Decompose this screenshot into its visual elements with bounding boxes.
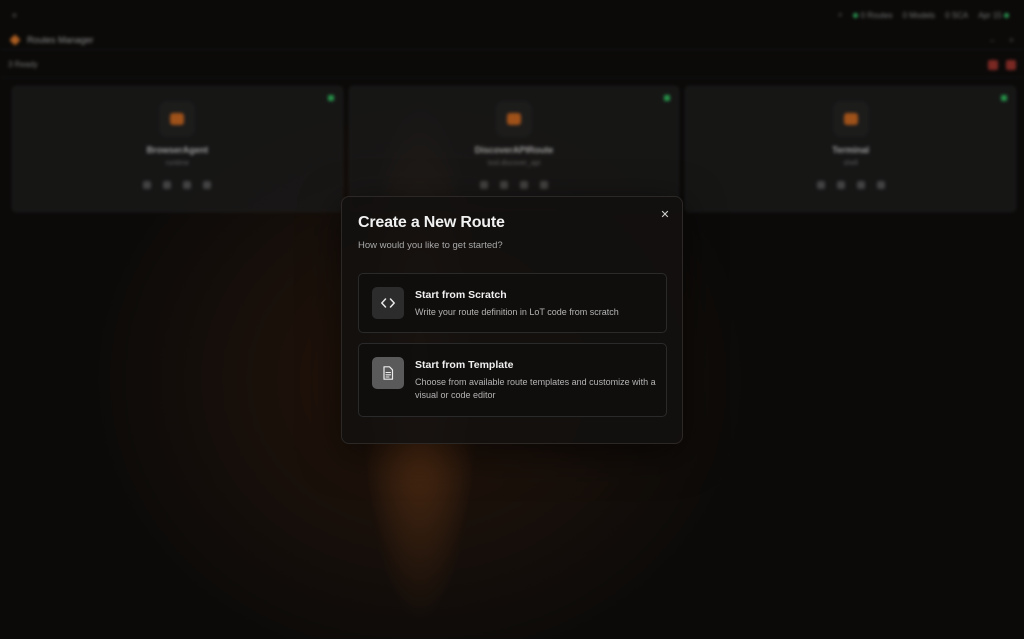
route-name: DiscoverAPIRoute (474, 145, 554, 155)
edit-icon[interactable] (163, 181, 172, 189)
minimize-icon[interactable]: – (990, 35, 995, 45)
route-cards: BrowserAgent runtime DiscoverAPIRoute to… (12, 86, 1017, 212)
status-indicator (664, 95, 671, 101)
start-from-scratch-option[interactable]: Start from Scratch Write your route defi… (358, 273, 667, 333)
option-text: Start from Scratch Write your route defi… (415, 287, 660, 319)
copy-icon[interactable] (183, 181, 192, 189)
option-description: Write your route definition in LoT code … (415, 307, 619, 317)
route-name: BrowserAgent (146, 145, 209, 155)
status-dot (1004, 12, 1009, 18)
close-icon[interactable]: ✕ (658, 207, 672, 221)
route-icon (496, 101, 532, 137)
routes-toolbar: 3 Ready (0, 52, 1024, 78)
status-dot (852, 12, 858, 18)
play-icon[interactable] (143, 181, 152, 189)
status-text: 0 Routes (860, 10, 893, 20)
date-text: Apr 15 (978, 10, 1002, 20)
route-subtitle: runtime (165, 160, 189, 167)
delete-icon[interactable] (876, 181, 885, 189)
status-item: Apr 15 (978, 11, 1012, 20)
window-controls: – × (990, 35, 1014, 45)
status-item: 0 Routes (852, 10, 893, 20)
delete-icon[interactable] (540, 181, 548, 189)
edit-icon[interactable] (500, 181, 508, 189)
card-actions (480, 181, 548, 189)
card-actions (816, 181, 885, 189)
app-logo-icon (9, 33, 21, 46)
play-icon[interactable] (816, 181, 825, 189)
option-title: Start from Template (415, 359, 514, 371)
option-title: Start from Scratch (415, 289, 507, 301)
route-card[interactable]: Terminal shell (685, 86, 1017, 212)
add-route-button[interactable] (1006, 59, 1016, 70)
status-item: 0 Models (902, 10, 936, 20)
close-window-icon[interactable]: × (1009, 35, 1014, 45)
status-indicator (327, 95, 334, 101)
toolbar-actions (988, 59, 1016, 70)
menu-icon[interactable]: ≡ (12, 11, 24, 20)
option-text: Start from Template Choose from availabl… (415, 357, 660, 402)
copy-icon[interactable] (520, 181, 528, 189)
document-icon (372, 357, 404, 389)
app-name: Routes Manager (27, 34, 94, 45)
route-icon (159, 101, 196, 137)
refresh-button[interactable] (988, 59, 998, 70)
route-subtitle: tool.discover_api (487, 160, 541, 167)
code-icon (372, 287, 404, 319)
option-description: Choose from available route templates an… (415, 377, 656, 400)
route-card[interactable]: DiscoverAPIRoute tool.discover_api (348, 86, 680, 212)
status-items: ⌕ 0 Routes 0 Models 0 SCA Apr 15 (838, 10, 1012, 20)
routes-count: 3 Ready (8, 60, 38, 69)
status-indicator (1001, 95, 1008, 101)
dialog-title: Create a New Route (358, 214, 505, 231)
dialog-subtitle: How would you like to get started? (358, 240, 503, 251)
create-route-dialog: ✕ Create a New Route How would you like … (341, 196, 683, 444)
copy-icon[interactable] (856, 181, 865, 189)
delete-icon[interactable] (203, 181, 212, 189)
play-icon[interactable] (480, 181, 488, 189)
route-name: Terminal (832, 145, 870, 155)
route-icon (832, 101, 869, 137)
search-icon[interactable]: ⌕ (838, 10, 842, 20)
edit-icon[interactable] (836, 181, 845, 189)
card-actions (143, 181, 212, 189)
start-from-template-option[interactable]: Start from Template Choose from availabl… (358, 343, 667, 417)
route-card[interactable]: BrowserAgent runtime (12, 86, 343, 212)
title-bar: Routes Manager – × (0, 30, 1024, 50)
app-root: ≡ ⌕ 0 Routes 0 Models 0 SCA Apr 15 Route… (0, 0, 1024, 639)
top-status-bar: ≡ ⌕ 0 Routes 0 Models 0 SCA Apr 15 (0, 0, 1024, 30)
route-subtitle: shell (843, 160, 858, 167)
status-item: 0 SCA (945, 10, 969, 20)
